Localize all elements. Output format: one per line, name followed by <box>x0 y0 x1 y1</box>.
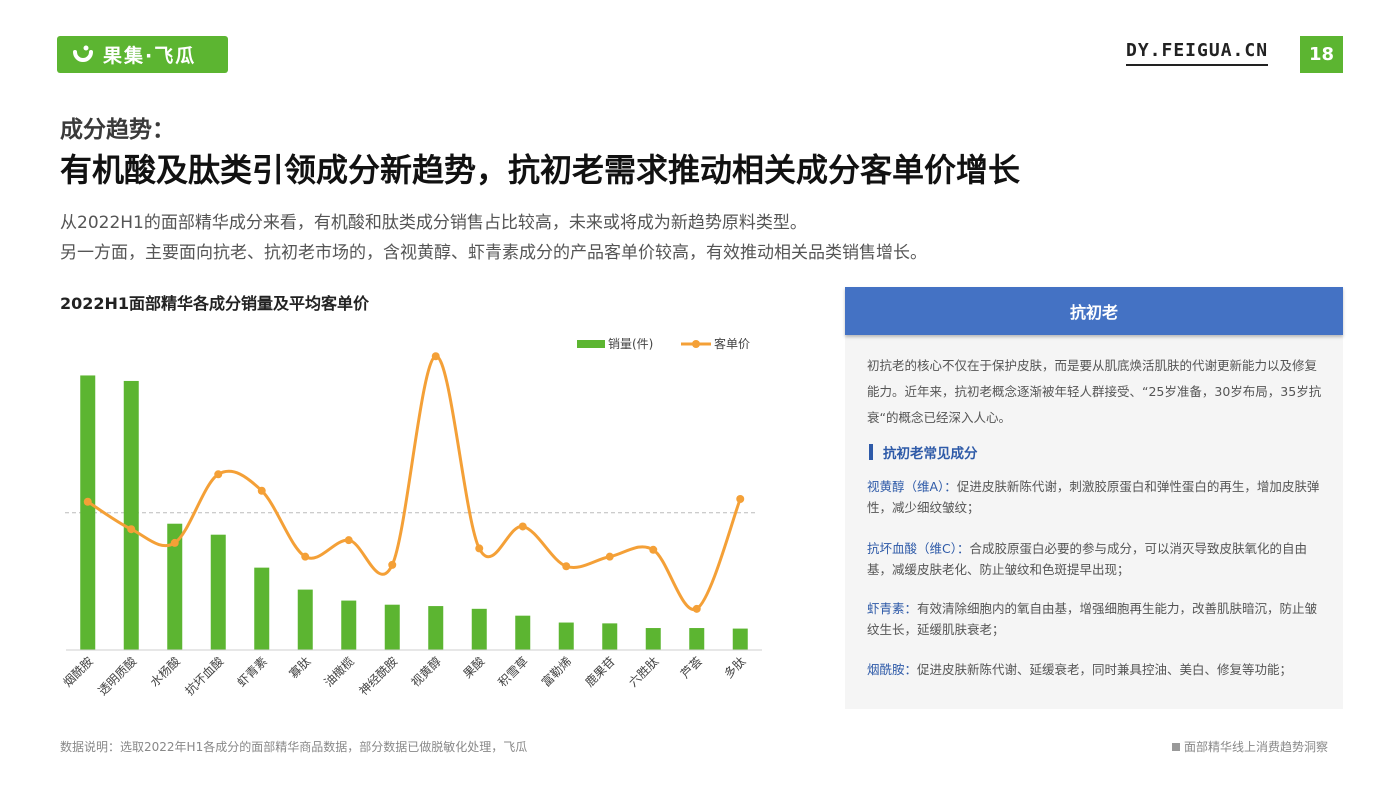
x-tick-label: 芦荟 <box>678 654 705 681</box>
x-tick-label: 富勒烯 <box>538 654 574 690</box>
price-point <box>431 352 440 361</box>
price-point <box>127 525 136 534</box>
x-tick-label: 虾青素 <box>235 654 270 689</box>
sales-bar <box>254 567 270 650</box>
x-tick-label: 抗坏血酸 <box>182 654 227 699</box>
sales-bar <box>732 628 748 650</box>
logo-icon <box>73 45 93 62</box>
ingredient-item: 烟酰胺：促进皮肤新陈代谢、延缓衰老，同时兼具控油、美白、修复等功能； <box>867 659 1329 680</box>
x-tick-label: 透明质酸 <box>95 654 140 699</box>
ingredient-name: 烟酰胺： <box>867 662 918 677</box>
ingredient-name: 视黄醇（维A）： <box>867 479 957 494</box>
brand-logo[interactable]: 果集·飞瓜 <box>57 36 228 73</box>
price-point <box>170 538 179 547</box>
ingredient-desc: 有效清除细胞内的氧自由基，增强细胞再生能力，改善肌肤暗沉，防止皱纹生长，延缓肌肤… <box>867 601 1318 637</box>
panel-header: 抗初老 <box>845 287 1343 335</box>
section-label: 成分趋势： <box>60 117 175 143</box>
price-point <box>605 552 614 561</box>
ingredient-desc: 促进皮肤新陈代谢、延缓衰老，同时兼具控油、美白、修复等功能； <box>917 662 1293 677</box>
ingredient-item: 视黄醇（维A）：促进皮肤新陈代谢，刺激胶原蛋白和弹性蛋白的再生，增加皮肤弹性，减… <box>867 476 1329 518</box>
price-point <box>562 562 571 571</box>
square-bullet-icon <box>1172 742 1180 751</box>
price-point <box>649 545 658 554</box>
x-tick-label: 积雪草 <box>496 654 531 689</box>
subheading-bar-icon <box>869 444 873 460</box>
footer-report-text: 面部精华线上消费趋势洞察 <box>1184 740 1329 754</box>
legend-bar-swatch <box>577 340 605 348</box>
price-point <box>518 522 527 531</box>
sales-bar <box>558 622 574 650</box>
sales-bar <box>428 606 444 650</box>
description-line-2: 另一方面，主要面向抗老、抗初老市场的，含视黄醇、虾青素成分的产品客单价较高，有效… <box>60 243 927 263</box>
sales-bar <box>471 608 487 650</box>
x-tick-label: 六胜肽 <box>625 654 661 690</box>
price-line <box>86 354 742 611</box>
price-point <box>388 560 397 569</box>
sales-bar <box>515 615 531 650</box>
x-tick-label: 鹿果苷 <box>582 654 618 690</box>
x-tick-label: 水杨酸 <box>147 654 183 690</box>
price-point <box>475 544 484 553</box>
x-tick-label: 视黄醇 <box>408 654 444 690</box>
x-tick-label: 油橄榄 <box>321 654 357 690</box>
sales-bar <box>689 628 705 650</box>
price-point <box>736 495 745 503</box>
description-line-1: 从2022H1的面部精华成分来看，有机酸和肽类成分销售占比较高，未来或将成为新趋… <box>60 213 807 233</box>
footer-report-name: 面部精华线上消费趋势洞察 <box>1172 738 1328 755</box>
sales-price-chart: 烟酰胺 透明质酸 水杨酸 抗坏血酸 虾青素 寡肽 油橄榄 神经酰胺 视黄醇 果酸 积雪草 富勒烯 鹿果苷… <box>61 336 762 699</box>
ingredient-name: 抗坏血酸（维C）： <box>867 541 970 556</box>
site-url[interactable]: DY.FEIGUA.CN <box>1126 40 1269 66</box>
price-point <box>214 470 223 479</box>
x-tick-label: 神经酰胺 <box>357 654 401 698</box>
page-title: 有机酸及肽类引领成分新趋势，抗初老需求推动相关成分客单价增长 <box>60 151 1021 189</box>
price-point <box>83 497 92 506</box>
legend-line-marker <box>692 340 700 348</box>
price-point <box>257 486 266 495</box>
chart-title: 2022H1面部精华各成分销量及平均客单价 <box>60 294 370 313</box>
page-number: 18 <box>1300 36 1343 73</box>
ingredient-item: 虾青素：有效清除细胞内的氧自由基，增强细胞再生能力，改善肌肤暗沉，防止皱纹生长，… <box>867 598 1329 640</box>
anti-aging-panel: 抗初老 初抗老的核心不仅在于保护皮肤，而是要从肌底焕活肌肤的代谢更新能力以及修复… <box>845 287 1343 709</box>
ingredient-name: 虾青素： <box>867 601 918 616</box>
panel-intro: 初抗老的核心不仅在于保护皮肤，而是要从肌底焕活肌肤的代谢更新能力以及修复能力。近… <box>867 358 1322 425</box>
x-tick-label: 果酸 <box>460 654 488 682</box>
sales-bar <box>210 534 226 650</box>
sales-bar <box>123 380 139 650</box>
sales-bar <box>384 604 400 650</box>
legend-label: 客单价 <box>714 336 750 351</box>
price-point <box>692 604 701 613</box>
x-tick-label: 寡肽 <box>286 654 314 682</box>
x-tick-label: 多肽 <box>721 654 749 682</box>
legend-label: 销量(件) <box>608 337 653 351</box>
x-tick-label: 烟酰胺 <box>61 654 96 689</box>
data-footnote: 数据说明：选取2022年H1各成分的面部精华商品数据，部分数据已做脱敏化处理，飞… <box>60 740 528 754</box>
ingredient-item: 抗坏血酸（维C）：合成胶原蛋白必要的参与成分，可以消灭导致皮肤氧化的自由基，减缓… <box>867 538 1329 580</box>
sales-bar <box>80 375 96 650</box>
sales-bar <box>297 589 313 650</box>
sales-bar <box>602 623 618 650</box>
panel-subheading: 抗初老常见成分 <box>869 442 978 462</box>
logo-text: 果集·飞瓜 <box>103 45 197 67</box>
sales-bar <box>645 628 661 650</box>
price-point <box>344 536 353 545</box>
sales-bar <box>341 600 357 650</box>
panel-subheading-text: 抗初老常见成分 <box>883 446 978 462</box>
price-point <box>301 552 310 561</box>
